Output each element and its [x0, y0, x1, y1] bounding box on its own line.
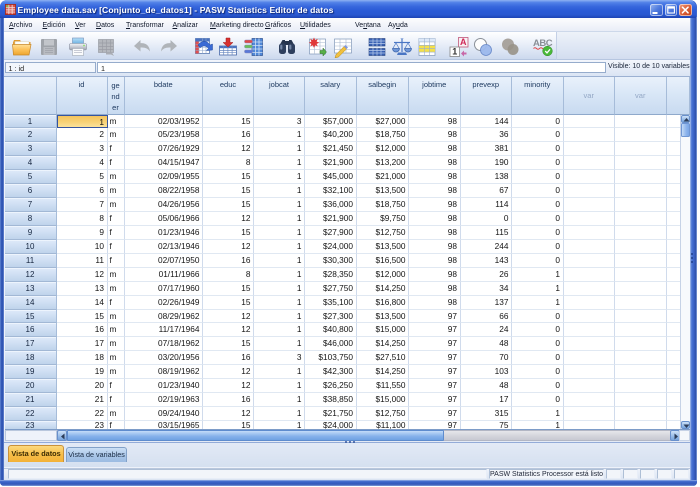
svg-text:1: 1	[452, 47, 457, 57]
svg-text:A: A	[460, 37, 467, 47]
